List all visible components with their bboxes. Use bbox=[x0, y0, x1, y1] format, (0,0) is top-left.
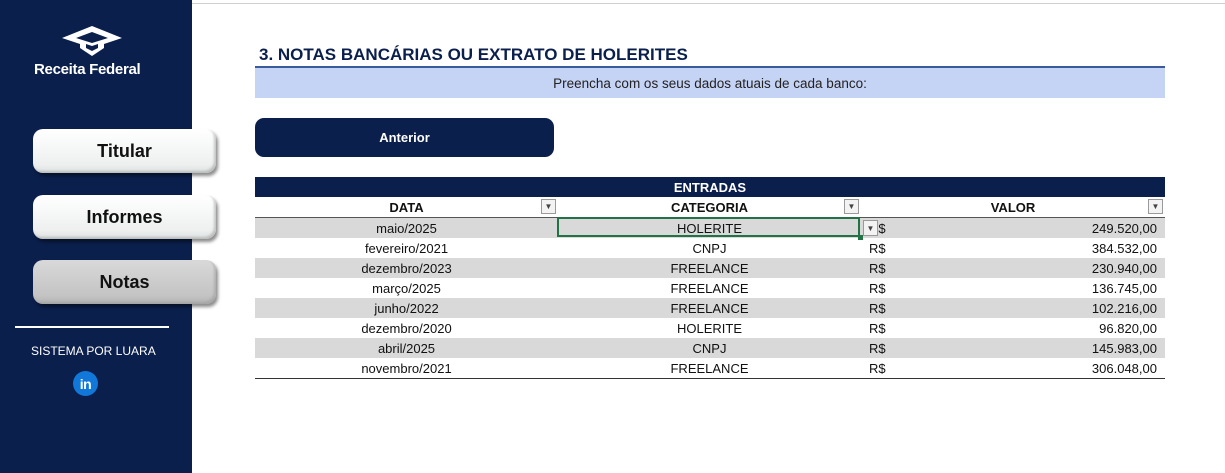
amount-value: 145.983,00 bbox=[1091, 340, 1157, 356]
column-header-label: DATA bbox=[389, 199, 424, 215]
cell-categoria[interactable]: CNPJ bbox=[558, 238, 861, 258]
cell-valor[interactable]: R$ 136.745,00 bbox=[861, 278, 1165, 298]
currency-symbol: R$ bbox=[869, 340, 886, 356]
column-header-valor: VALOR ▼ bbox=[861, 197, 1165, 217]
cell-data[interactable]: março/2025 bbox=[255, 278, 558, 298]
column-header-categoria: CATEGORIA ▼ bbox=[558, 197, 861, 217]
cell-valor[interactable]: R$ 230.940,00 bbox=[861, 258, 1165, 278]
table-row: fevereiro/2021 CNPJ R$ 384.532,00 bbox=[255, 238, 1165, 258]
currency-symbol: R$ bbox=[869, 320, 886, 336]
cell-categoria[interactable]: FREELANCE bbox=[558, 358, 861, 378]
cell-data[interactable]: dezembro/2023 bbox=[255, 258, 558, 278]
credit-text: SISTEMA POR LUARA bbox=[31, 344, 156, 358]
cell-data[interactable]: dezembro/2020 bbox=[255, 318, 558, 338]
amount-value: 306.048,00 bbox=[1091, 360, 1157, 376]
cell-valor[interactable]: R$ 384.532,00 bbox=[861, 238, 1165, 258]
table-row: abril/2025 CNPJ R$ 145.983,00 bbox=[255, 338, 1165, 358]
previous-button[interactable]: Anterior bbox=[255, 118, 554, 157]
amount-value: 384.532,00 bbox=[1091, 240, 1157, 256]
nav-button-informes[interactable]: Informes bbox=[33, 195, 216, 239]
cell-valor[interactable]: R$ 306.048,00 bbox=[861, 358, 1165, 378]
linkedin-icon[interactable]: in bbox=[73, 371, 98, 396]
nav-button-titular[interactable]: Titular bbox=[33, 129, 216, 173]
cell-categoria[interactable]: HOLERITE bbox=[558, 218, 861, 238]
cell-valor[interactable]: R$249.520,00 bbox=[861, 218, 1165, 238]
receita-emblem-icon bbox=[62, 26, 122, 56]
cell-dropdown-icon[interactable]: ▼ bbox=[863, 220, 878, 236]
table-row: maio/2025HOLERITER$249.520,00 bbox=[255, 218, 1165, 238]
cell-categoria[interactable]: HOLERITE bbox=[558, 318, 861, 338]
logo-text: Receita Federal bbox=[34, 61, 141, 78]
cell-valor[interactable]: R$ 102.216,00 bbox=[861, 298, 1165, 318]
table-body: maio/2025HOLERITER$249.520,00fevereiro/2… bbox=[255, 218, 1165, 378]
cell-categoria[interactable]: FREELANCE bbox=[558, 258, 861, 278]
amount-value: 102.216,00 bbox=[1091, 300, 1157, 316]
amount-value: 230.940,00 bbox=[1091, 260, 1157, 276]
table-bottom-border bbox=[255, 378, 1165, 379]
cell-valor[interactable]: R$ 96.820,00 bbox=[861, 318, 1165, 338]
table-row: dezembro/2020 HOLERITE R$ 96.820,00 bbox=[255, 318, 1165, 338]
filter-dropdown-icon[interactable]: ▼ bbox=[1148, 199, 1163, 214]
currency-symbol: R$ bbox=[869, 360, 886, 376]
filter-dropdown-icon[interactable]: ▼ bbox=[844, 199, 859, 214]
cell-data[interactable]: novembro/2021 bbox=[255, 358, 558, 378]
amount-value: 249.520,00 bbox=[1091, 220, 1157, 236]
amount-value: 96.820,00 bbox=[1099, 320, 1157, 336]
table-row: dezembro/2023 FREELANCE R$ 230.940,00 bbox=[255, 258, 1165, 278]
page-title: 3. NOTAS BANCÁRIAS OU EXTRATO DE HOLERIT… bbox=[259, 45, 688, 64]
info-bar: Preencha com os seus dados atuais de cad… bbox=[255, 68, 1165, 98]
cell-data[interactable]: junho/2022 bbox=[255, 298, 558, 318]
entries-table: ENTRADAS DATA ▼ CATEGORIA ▼ VALOR ▼ maio… bbox=[255, 177, 1165, 379]
column-header-label: CATEGORIA bbox=[670, 199, 749, 215]
nav-button-notas[interactable]: Notas bbox=[33, 260, 216, 304]
receita-federal-logo: Receita Federal bbox=[30, 26, 155, 82]
amount-value: 136.745,00 bbox=[1091, 280, 1157, 296]
cell-data[interactable]: fevereiro/2021 bbox=[255, 238, 558, 258]
cell-data[interactable]: abril/2025 bbox=[255, 338, 558, 358]
column-header-data: DATA ▼ bbox=[255, 197, 558, 217]
table-row: março/2025 FREELANCE R$ 136.745,00 bbox=[255, 278, 1165, 298]
column-header-label: VALOR bbox=[990, 199, 1036, 215]
cell-valor[interactable]: R$ 145.983,00 bbox=[861, 338, 1165, 358]
sidebar-divider bbox=[15, 326, 169, 328]
cell-data[interactable]: maio/2025 bbox=[255, 218, 558, 238]
currency-symbol: R$ bbox=[869, 300, 886, 316]
table-column-headers: DATA ▼ CATEGORIA ▼ VALOR ▼ bbox=[255, 197, 1165, 218]
top-divider bbox=[192, 3, 1225, 4]
cell-categoria[interactable]: FREELANCE bbox=[558, 278, 861, 298]
cell-categoria[interactable]: CNPJ bbox=[558, 338, 861, 358]
table-row: novembro/2021 FREELANCE R$ 306.048,00 bbox=[255, 358, 1165, 378]
currency-symbol: R$ bbox=[869, 240, 886, 256]
sidebar: Receita Federal Titular Informes Notas S… bbox=[0, 0, 216, 473]
filter-dropdown-icon[interactable]: ▼ bbox=[541, 199, 556, 214]
currency-symbol: R$ bbox=[869, 280, 886, 296]
table-row: junho/2022 FREELANCE R$ 102.216,00 bbox=[255, 298, 1165, 318]
cell-categoria[interactable]: FREELANCE bbox=[558, 298, 861, 318]
currency-symbol: R$ bbox=[869, 260, 886, 276]
table-title: ENTRADAS bbox=[255, 177, 1165, 197]
